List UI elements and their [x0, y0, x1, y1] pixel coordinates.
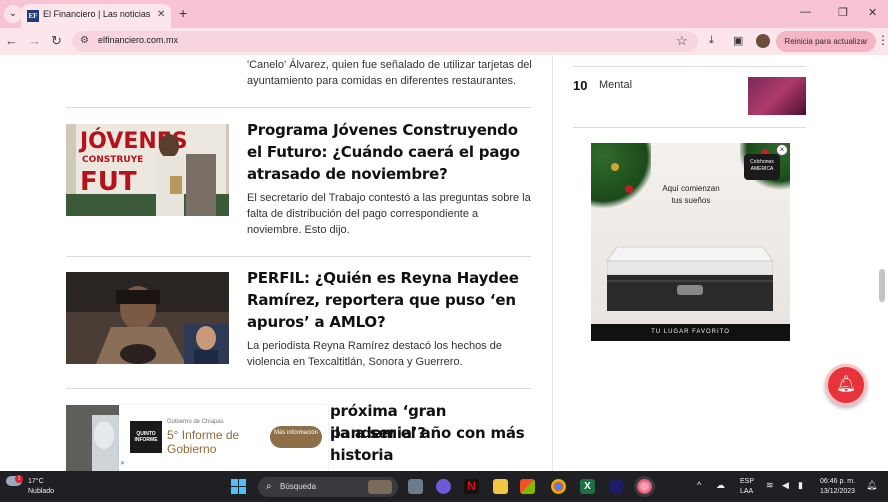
- download-icon[interactable]: ⤓: [709, 34, 714, 47]
- clock-time[interactable]: 06:46 p. m.: [820, 477, 855, 486]
- chat-icon[interactable]: [436, 479, 451, 494]
- brand-logo-text: Colchones AMERICA: [750, 159, 774, 172]
- back-icon[interactable]: ←: [5, 33, 18, 49]
- ad-choices-icon[interactable]: ✕: [120, 460, 128, 468]
- wifi-icon[interactable]: ≋: [766, 480, 774, 491]
- article-summary: La periodista Reyna Ramírez destacó los …: [247, 340, 502, 368]
- article-image[interactable]: JÓVENES CONSTRUYE FUT: [66, 124, 229, 216]
- language-code[interactable]: ESP: [740, 477, 754, 486]
- clock-date[interactable]: 13/12/2023: [820, 487, 855, 496]
- new-tab-icon[interactable]: +: [179, 5, 187, 21]
- article-headline[interactable]: PERFIL: ¿Quién es Reyna Haydee Ramírez, …: [247, 267, 532, 333]
- rank-thumbnail[interactable]: [748, 77, 806, 115]
- store-icon[interactable]: [520, 479, 535, 494]
- mattress-ad[interactable]: Colchones AMERICA Aquí comienzan tus sue…: [591, 143, 790, 341]
- chrome-icon[interactable]: [551, 479, 566, 494]
- weather-status[interactable]: Nublado: [28, 487, 54, 496]
- article-summary: 'Canelo' Álvarez, quien fue señalado de …: [247, 59, 532, 87]
- taskbar-search[interactable]: ⌕ Búsqueda: [258, 477, 398, 497]
- rank-number: 10: [573, 78, 588, 93]
- volume-icon[interactable]: ◀: [782, 480, 789, 491]
- informe-logo-text: QUINTO INFORME: [134, 431, 158, 443]
- more-menu-icon[interactable]: ⋮: [877, 33, 888, 47]
- ad-title: 5° Informe de Gobierno: [167, 428, 239, 456]
- ad-sponsor: Gobierno de Chiapas: [167, 419, 224, 425]
- notifications-icon[interactable]: 🔔︎: [866, 480, 877, 491]
- svg-text:CONSTRUYE: CONSTRUYE: [82, 155, 143, 165]
- more-info-button[interactable]: Más información: [270, 426, 322, 448]
- file-explorer-icon[interactable]: [493, 479, 508, 494]
- browser-toolbar: ← → ↻ ⚙ elfinanciero.com.mx ☆ ⤓ ▣ Reinic…: [0, 28, 888, 55]
- brand-logo: Colchones AMERICA: [744, 154, 780, 180]
- article-headline-line[interactable]: historia: [330, 444, 535, 466]
- chrome-profile-icon[interactable]: [637, 479, 652, 494]
- site-favicon: EF: [27, 10, 39, 22]
- ad-tagline-2: tus sueños: [671, 196, 711, 205]
- ad-tagline: Aquí comienzan tus sueños: [631, 183, 751, 207]
- ad-title-line-2: Gobierno: [167, 442, 217, 456]
- search-highlight-image: [368, 480, 392, 494]
- tab-title: El Financiero | Las noticias de fi: [43, 9, 153, 19]
- ad-footer: TU LUGAR FAVORITO: [591, 324, 790, 341]
- column-divider: [552, 55, 553, 471]
- svg-text:FUT: FUT: [80, 167, 137, 197]
- search-placeholder: Búsqueda: [280, 482, 317, 491]
- divider: [66, 107, 531, 108]
- article-image[interactable]: [66, 405, 120, 471]
- notification-bell-icon[interactable]: 🔔︎: [825, 364, 867, 406]
- site-info-icon[interactable]: ⚙: [80, 35, 89, 46]
- show-hidden-icons[interactable]: ^: [697, 480, 701, 490]
- informe-logo: QUINTO INFORME: [130, 421, 162, 453]
- reload-icon[interactable]: ↻: [51, 33, 62, 49]
- page-content: 'Canelo' Álvarez, quien fue señalado de …: [0, 55, 888, 471]
- tab-active[interactable]: EF El Financiero | Las noticias de fi ✕: [21, 4, 171, 28]
- side-panel-icon[interactable]: ▣: [733, 34, 743, 47]
- ad-tagline-1: Aquí comienzan: [662, 184, 720, 193]
- close-ad-icon[interactable]: ×: [776, 144, 788, 156]
- excel-icon[interactable]: X: [580, 479, 595, 494]
- article-headline[interactable]: Programa Jóvenes Construyendo el Futuro:…: [247, 119, 532, 185]
- windows-taskbar: 1 17°C Nublado ⌕ Búsqueda N X ^ ☁ ESP LA…: [0, 471, 888, 502]
- article-headline-line[interactable]: ila a ser el año con más: [330, 422, 535, 444]
- restore-icon[interactable]: ❐: [838, 6, 848, 19]
- close-tab-icon[interactable]: ✕: [157, 9, 165, 20]
- tab-search-icon[interactable]: ⌄: [4, 5, 22, 23]
- profile-avatar[interactable]: [756, 34, 770, 48]
- bookmark-star-icon[interactable]: ☆: [676, 33, 688, 49]
- divider: [573, 127, 806, 128]
- url-text[interactable]: elfinanciero.com.mx: [98, 35, 178, 45]
- battery-icon[interactable]: ▮: [798, 480, 803, 491]
- language-layout[interactable]: LAA: [740, 487, 753, 496]
- government-ad[interactable]: QUINTO INFORME Gobierno de Chiapas 5° In…: [119, 405, 328, 471]
- weather-badge: 1: [15, 475, 23, 483]
- ad-title-line-1: 5° Informe de: [167, 428, 240, 442]
- search-icon: ⌕: [266, 481, 272, 492]
- windows-start-icon[interactable]: [231, 479, 246, 494]
- minimize-icon[interactable]: —: [800, 6, 811, 18]
- article-image[interactable]: [66, 272, 229, 364]
- weather-temp[interactable]: 17°C: [28, 477, 44, 486]
- task-view-icon[interactable]: [408, 479, 423, 494]
- tab-strip: ⌄ EF El Financiero | Las noticias de fi …: [0, 0, 888, 28]
- article-summary: El secretario del Trabajo contestó a las…: [247, 192, 531, 236]
- divider: [66, 388, 531, 389]
- netflix-icon[interactable]: N: [464, 479, 479, 494]
- ornament-decoration: [611, 163, 619, 171]
- rank-label[interactable]: Mental: [599, 79, 632, 91]
- mattress-image: [607, 246, 773, 311]
- onedrive-icon[interactable]: ☁: [716, 480, 725, 491]
- edge-icon[interactable]: [609, 479, 624, 494]
- divider: [66, 256, 531, 257]
- update-button[interactable]: Reinicia para actualizar: [776, 31, 876, 52]
- divider: [573, 66, 806, 67]
- close-window-icon[interactable]: ✕: [868, 6, 877, 19]
- forward-icon[interactable]: →: [28, 33, 41, 49]
- scrollbar-thumb[interactable]: [879, 269, 885, 302]
- address-bar[interactable]: ⚙ elfinanciero.com.mx ☆: [72, 31, 698, 52]
